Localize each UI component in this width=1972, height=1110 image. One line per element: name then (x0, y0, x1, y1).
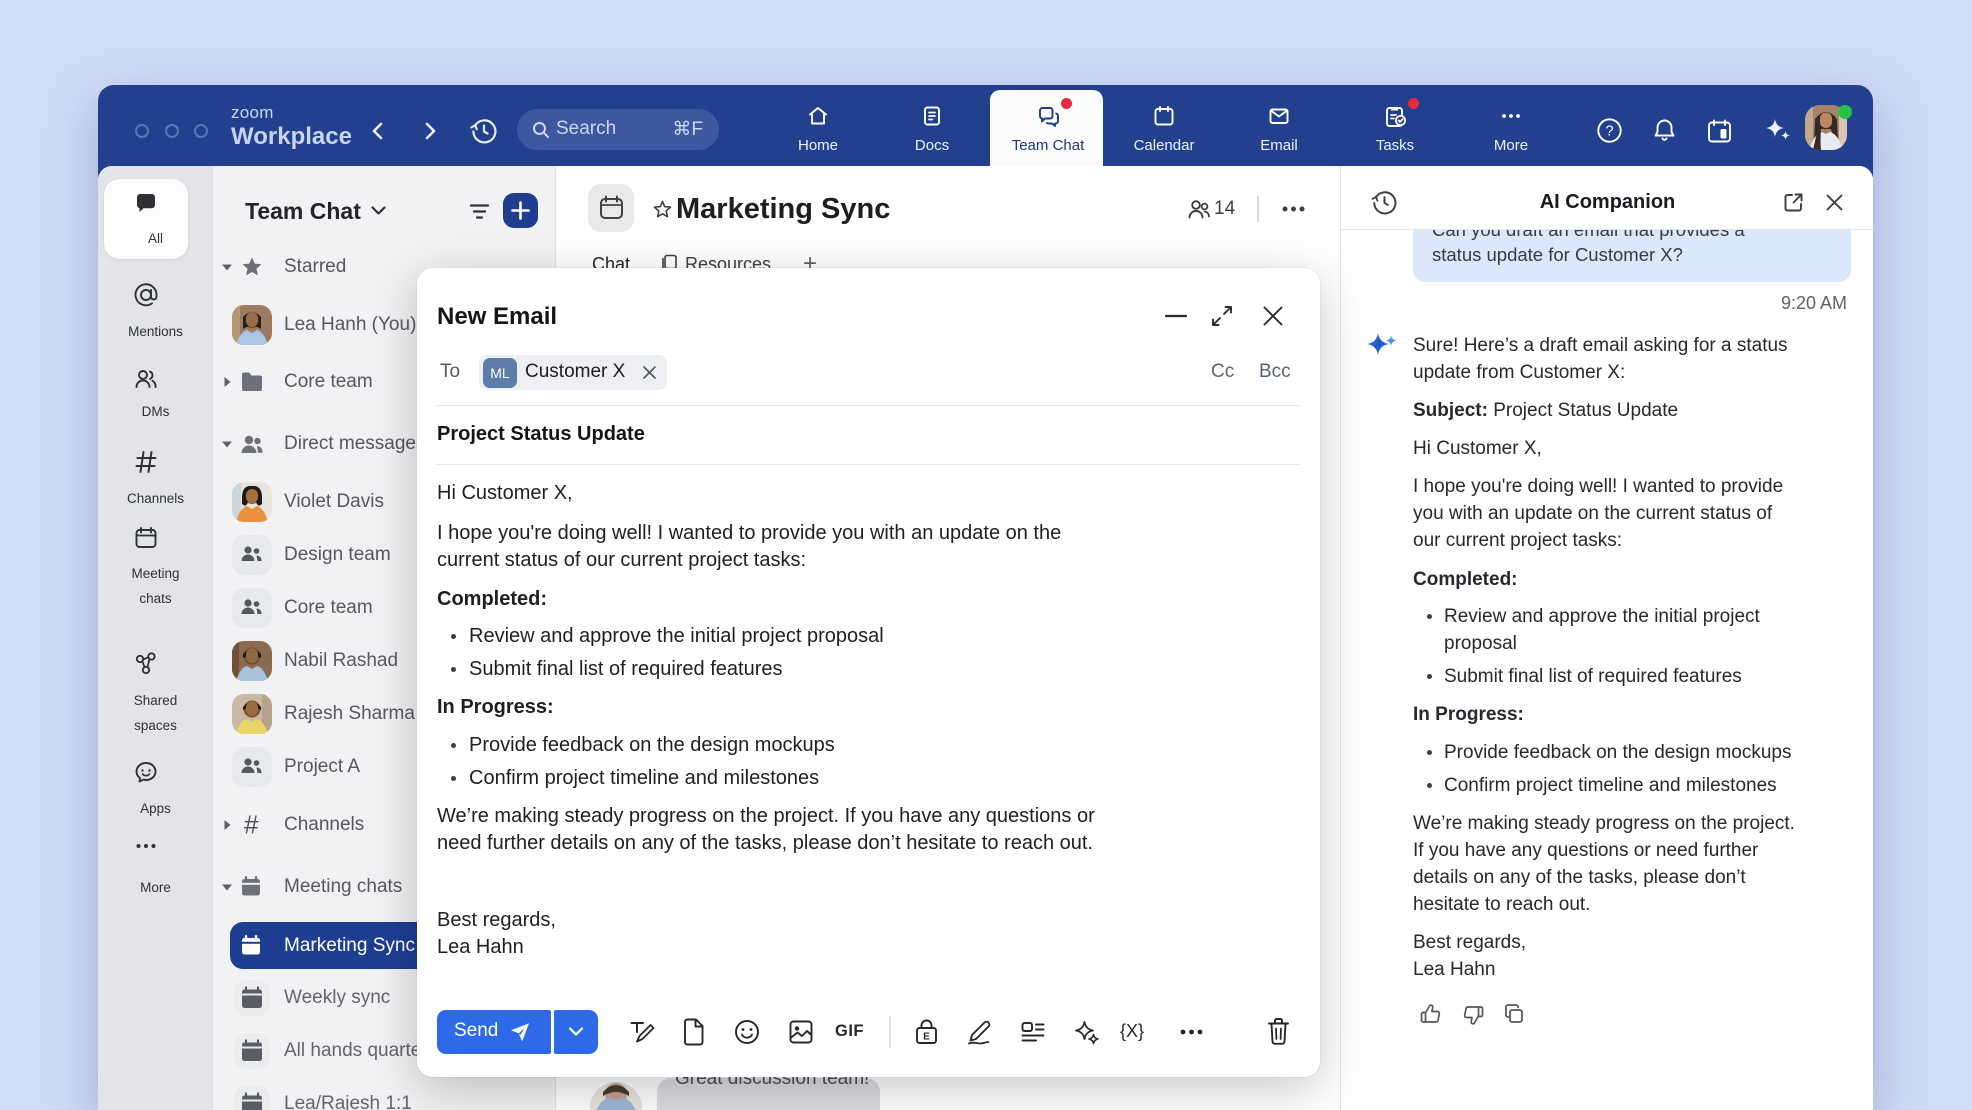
svg-text:?: ? (1605, 124, 1613, 140)
svg-text:E: E (923, 1032, 930, 1043)
